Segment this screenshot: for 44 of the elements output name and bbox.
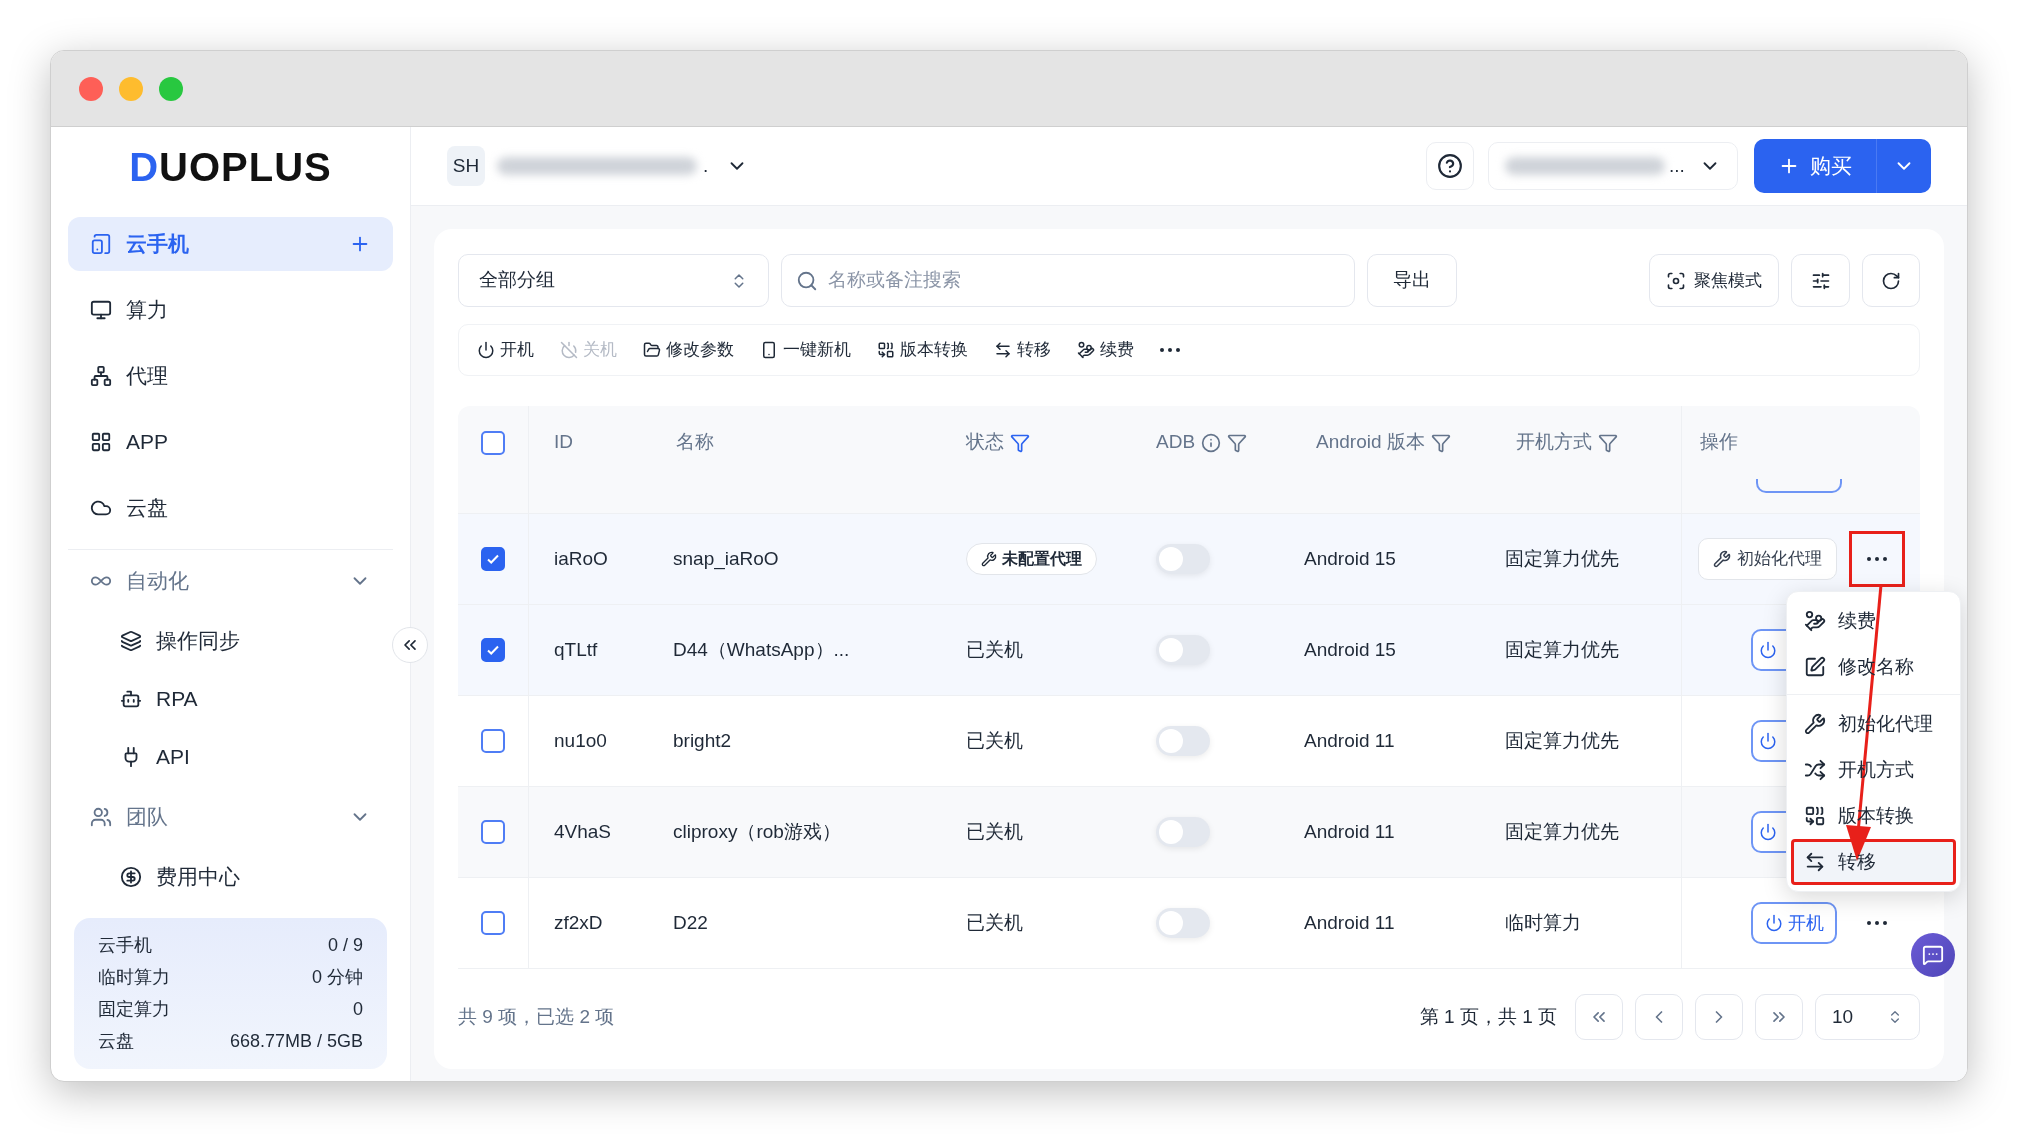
logo: DUOPLUS (129, 143, 332, 191)
column-header: Android 版本 (1316, 430, 1425, 455)
usage-label: 固定算力 (98, 998, 170, 1021)
android-version: Android 11 (1303, 728, 1396, 753)
device-id: iaRoO (553, 546, 609, 571)
device-id: nu1o0 (553, 728, 608, 753)
avatar: SH (447, 146, 485, 186)
usage-label: 云盘 (98, 1030, 134, 1053)
usage-value: 668.77MB / 5GB (229, 1030, 363, 1053)
device-name: D22 (672, 910, 709, 935)
device-name: snap_iaRoO (672, 546, 780, 572)
android-version: Android 11 (1303, 819, 1396, 844)
android-version: Android 15 (1303, 637, 1397, 662)
device-name: bright2 (672, 728, 733, 753)
device-id: zf2xD (553, 910, 604, 935)
boot-mode: 固定算力优先 (1504, 728, 1620, 753)
boot-mode: 固定算力优先 (1504, 819, 1620, 844)
device-name: cliproxy（rob游戏） (672, 819, 842, 844)
usage-value: 0 (353, 998, 363, 1021)
status-text: 已关机 (966, 729, 1023, 751)
boot-mode: 临时算力 (1504, 910, 1582, 935)
device-id: qTLtf (553, 637, 599, 662)
status-text: 已关机 (966, 638, 1023, 660)
android-version: Android 11 (1303, 910, 1396, 935)
usage-value: 0 / 9 (327, 934, 363, 957)
usage-label: 临时算力 (98, 966, 170, 989)
device-id: 4VhaS (553, 819, 613, 844)
column-header: ID (554, 430, 573, 455)
device-name: D44（WhatsApp）... (672, 637, 851, 662)
boot-mode: 固定算力优先 (1504, 637, 1620, 662)
column-header: 操作 (1700, 430, 1738, 455)
boot-mode: 固定算力优先 (1504, 546, 1620, 571)
status-text: 已关机 (966, 820, 1023, 842)
status-badge: 未配置代理 (966, 542, 1097, 575)
column-header: ADB (1156, 430, 1196, 455)
android-version: Android 15 (1303, 546, 1397, 571)
column-header: 开机方式 (1516, 430, 1592, 455)
page-info: 第 1 页，共 1 页 (1419, 1004, 1557, 1029)
usage-value: 0 分钟 (312, 966, 363, 989)
usage-label: 云手机 (98, 934, 152, 957)
status-text: 已关机 (966, 911, 1023, 933)
selection-summary: 共 9 项，已选 2 项 (458, 1004, 616, 1029)
column-header: 名称 (676, 430, 714, 455)
column-header: 状态 (966, 430, 1004, 455)
